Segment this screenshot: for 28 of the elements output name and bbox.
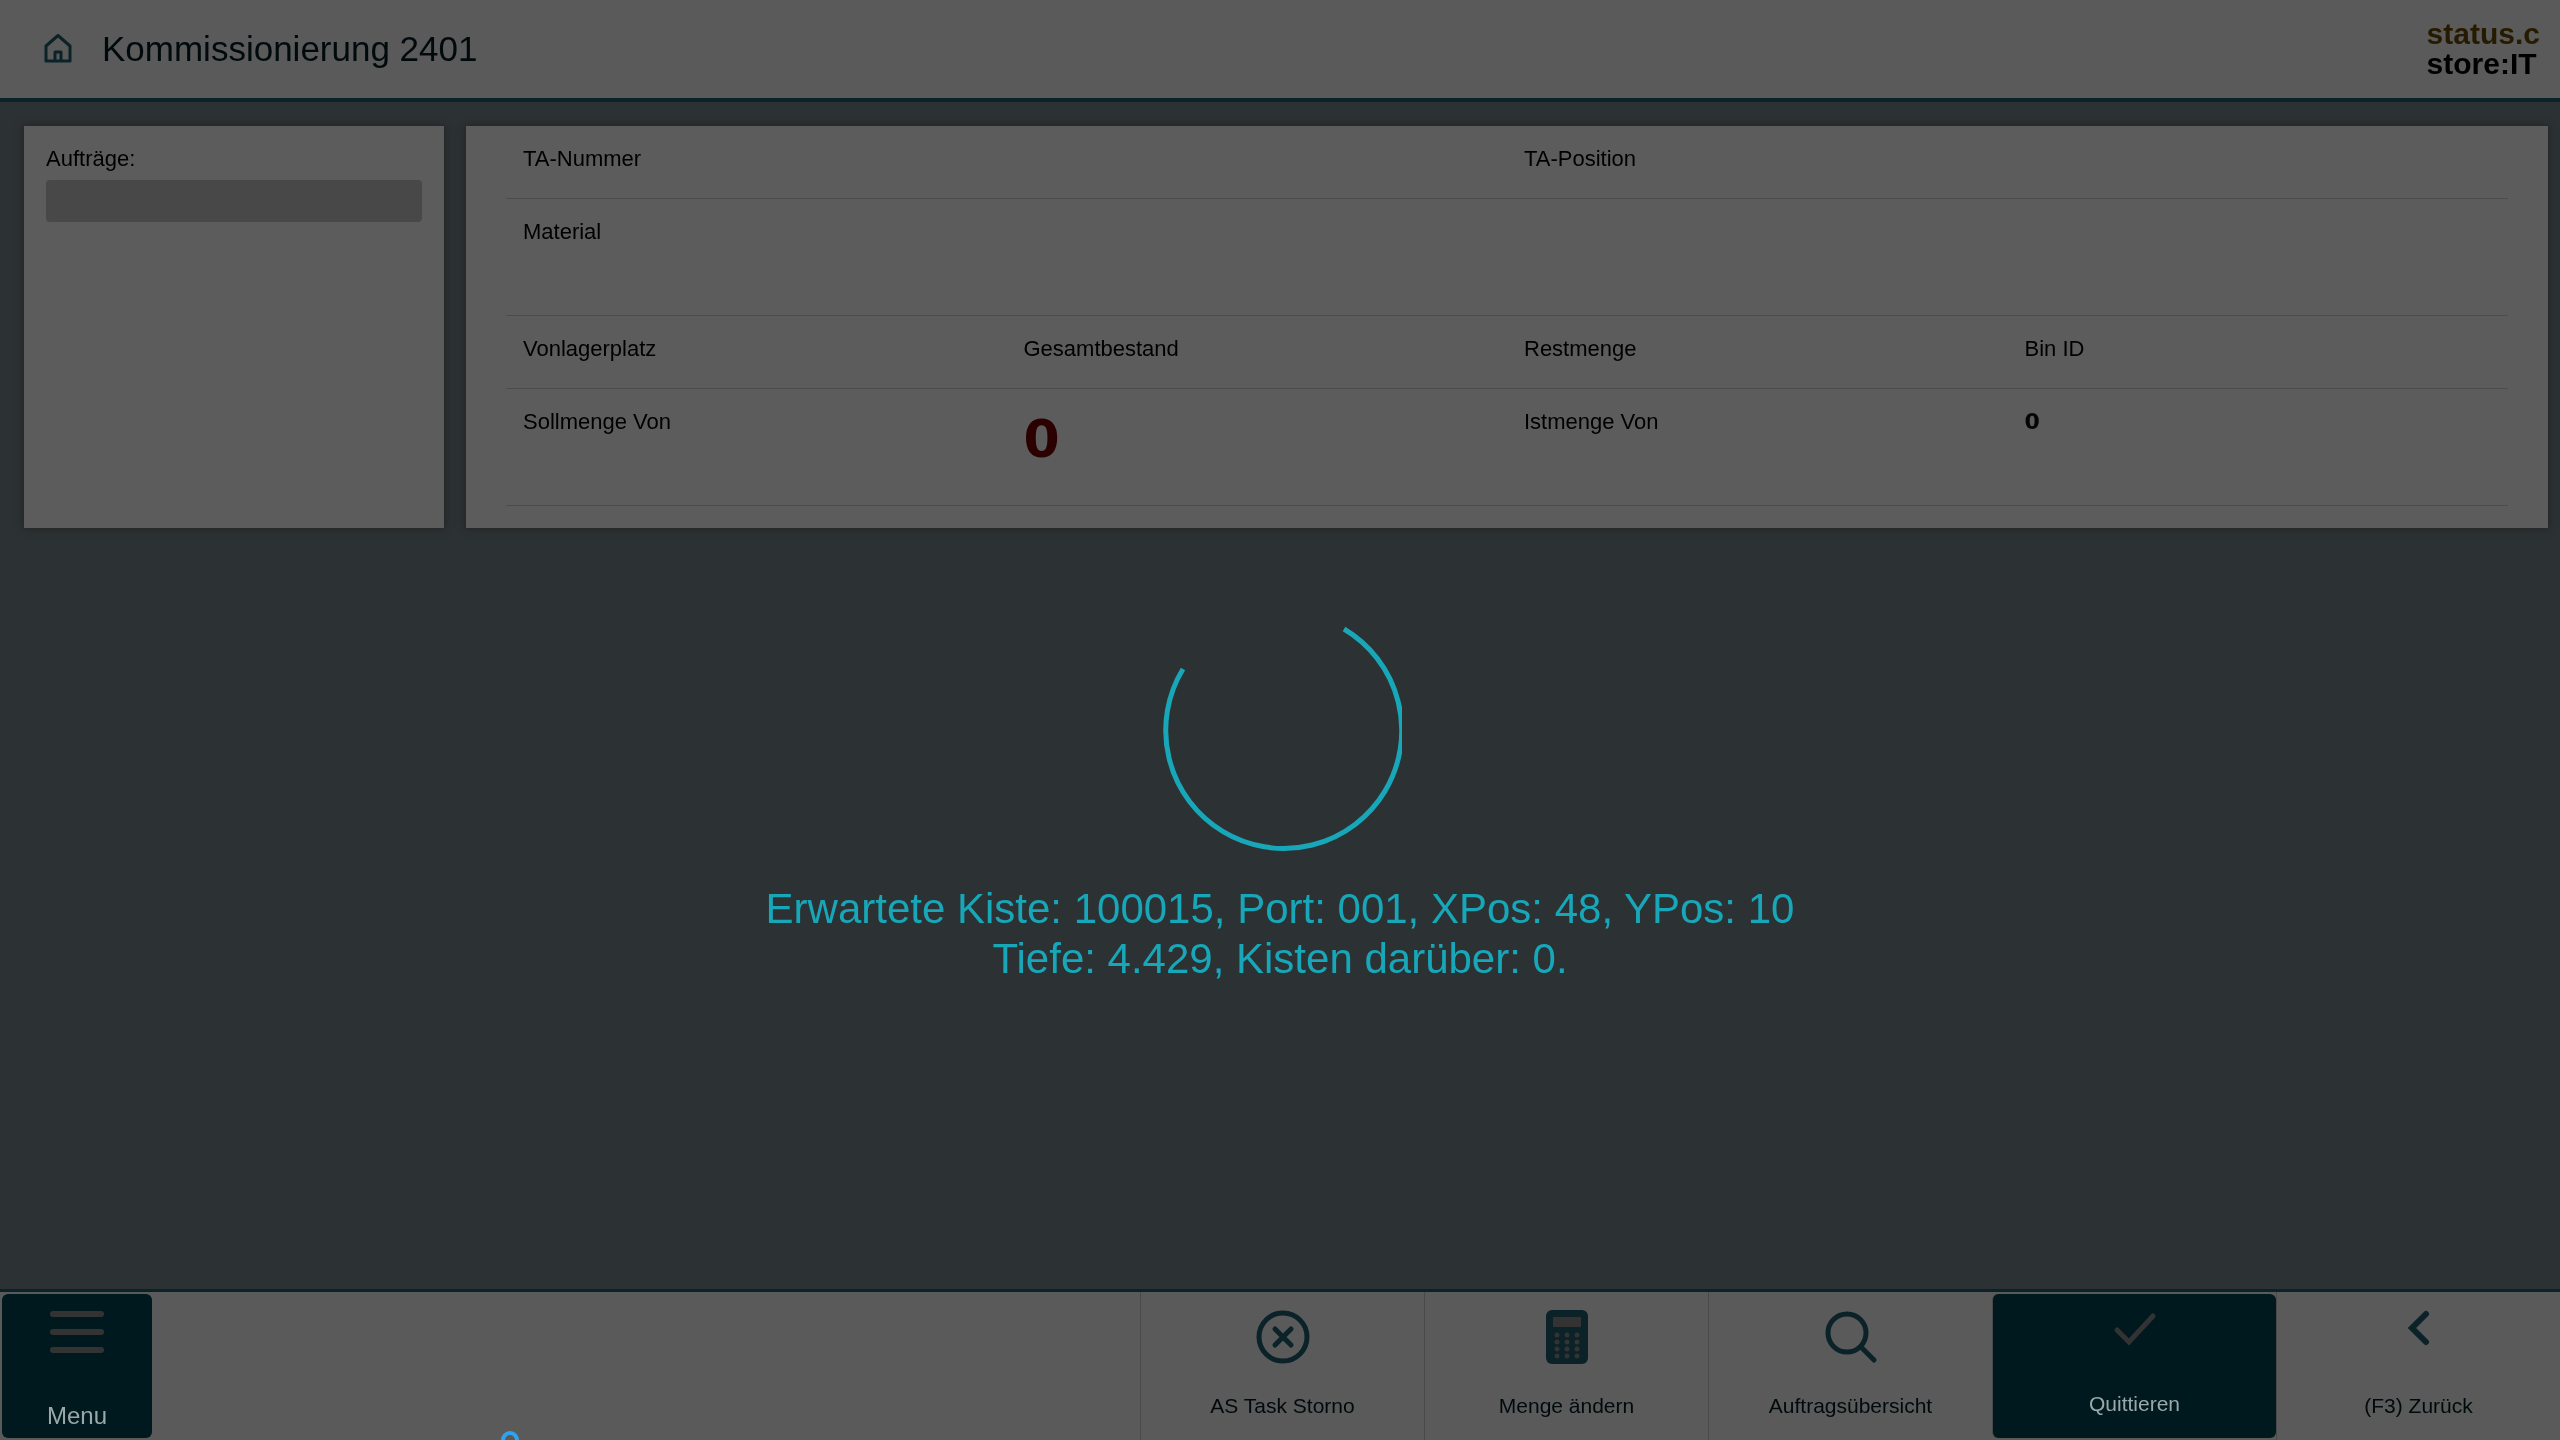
field-label: Material bbox=[523, 219, 602, 244]
loading-message: Erwartete Kiste: 100015, Port: 001, XPos: 48, YPos: 10 bbox=[765, 884, 1795, 934]
toolbar-button[interactable]: (F3) Zurück bbox=[2276, 1292, 2560, 1440]
field-label: TA-Position bbox=[1524, 146, 1637, 171]
field-label: Istmenge Von bbox=[1524, 409, 1659, 434]
toolbar-button[interactable]: Quittieren bbox=[1992, 1294, 2276, 1438]
calculator-icon bbox=[1545, 1310, 1588, 1364]
cancel-icon bbox=[1255, 1310, 1310, 1364]
field-value: 0 bbox=[2024, 409, 2040, 434]
field-label: Bin ID bbox=[2024, 336, 2085, 361]
search-icon bbox=[1823, 1310, 1878, 1364]
orders-label: Aufträge: bbox=[46, 146, 137, 172]
check-icon bbox=[2112, 1312, 2157, 1346]
loading-message: Tiefe: 4.429, Kisten darüber: 0. bbox=[991, 934, 1569, 984]
toolbar-button[interactable]: Menge ändern bbox=[1424, 1292, 1708, 1440]
logo: status.c store:IT bbox=[2426, 19, 2540, 79]
menu-icon bbox=[49, 1310, 105, 1354]
field-label: Vonlagerplatz bbox=[523, 336, 657, 361]
field-label: Gesamtbestand bbox=[1023, 336, 1179, 361]
field-label: Sollmenge Von bbox=[523, 409, 671, 434]
field-value: 0 bbox=[1023, 413, 1060, 465]
ring-icon bbox=[500, 1430, 520, 1440]
toolbar-button[interactable]: AS Task Storno bbox=[1140, 1292, 1424, 1440]
field-label: Restmenge bbox=[1524, 336, 1637, 361]
back-icon bbox=[2407, 1310, 2430, 1346]
field-label: TA-Nummer bbox=[523, 146, 642, 171]
page-title: Kommissionierung 2401 bbox=[102, 29, 478, 69]
menu-button[interactable]: Menu bbox=[2, 1294, 152, 1438]
